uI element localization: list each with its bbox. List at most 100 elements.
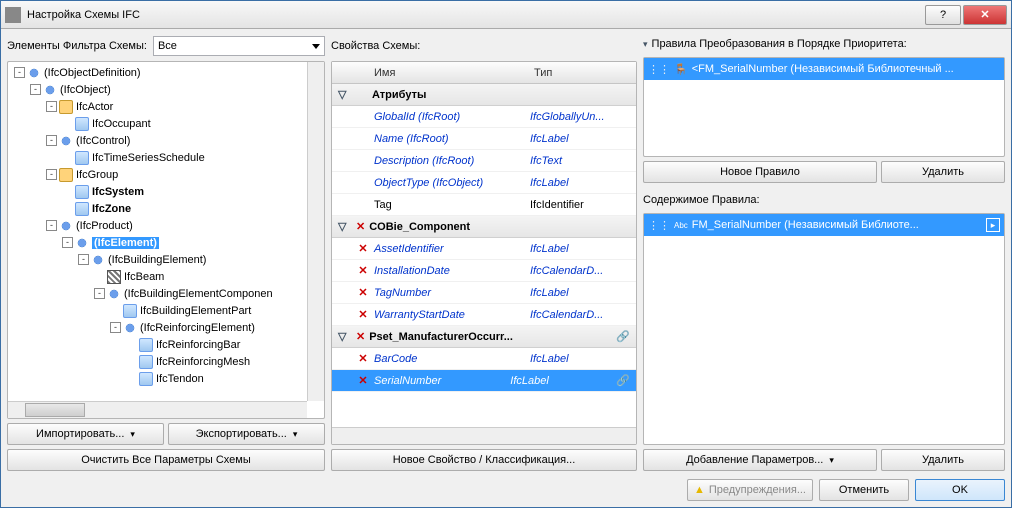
tree-row[interactable]: -(IfcObjectDefinition) [10, 64, 322, 81]
hscroll-thumb[interactable] [25, 403, 85, 417]
schema-property-row[interactable]: ✕InstallationDateIfcCalendarD... [332, 260, 636, 282]
import-button[interactable]: Импортировать... [7, 423, 164, 445]
close-button[interactable]: ✕ [963, 5, 1007, 25]
tree-row[interactable]: - (IfcBuildingElement) [10, 251, 322, 268]
rule-row[interactable]: ⋮⋮ 🪑 <FM_SerialNumber (Независимый Библи… [644, 58, 1004, 80]
leaf-icon [75, 117, 89, 131]
tree-panel: -(IfcObjectDefinition)-(IfcObject)-IfcAc… [7, 61, 325, 419]
property-name: SerialNumber [370, 375, 510, 387]
cancel-button[interactable]: Отменить [819, 479, 909, 501]
schema-col-name[interactable]: Имя [370, 67, 530, 79]
tree-row[interactable]: IfcReinforcingMesh [10, 353, 322, 370]
new-rule-button[interactable]: Новое Правило [643, 161, 877, 183]
schema-property-row[interactable]: Description (IfcRoot)IfcText [332, 150, 636, 172]
schema-property-row[interactable]: GlobalId (IfcRoot)IfcGloballyUn... [332, 106, 636, 128]
rules-btn-row: Новое Правило Удалить [643, 161, 1005, 183]
schema-group-row[interactable]: ▽Атрибуты [332, 84, 636, 106]
expander-icon[interactable]: - [110, 322, 121, 333]
tree-row[interactable]: IfcBeam [10, 268, 322, 285]
expander-icon[interactable]: - [62, 237, 73, 248]
tree-row[interactable]: -IfcActor [10, 98, 322, 115]
x-icon[interactable]: ✕ [356, 242, 370, 255]
group-label: Pset_ManufacturerOccurr... [369, 331, 616, 343]
expander-icon[interactable]: - [78, 254, 89, 265]
schema-group-row[interactable]: ▽✕COBie_Component [332, 216, 636, 238]
property-type: IfcCalendarD... [530, 265, 636, 277]
new-property-button[interactable]: Новое Свойство / Классификация... [331, 449, 637, 471]
node-icon [75, 236, 89, 250]
x-icon[interactable]: ✕ [356, 374, 370, 387]
x-icon[interactable]: ✕ [356, 264, 370, 277]
schema-property-row[interactable]: ✕AssetIdentifierIfcLabel [332, 238, 636, 260]
expander-icon[interactable]: - [46, 135, 57, 146]
property-type: IfcLabel [530, 133, 636, 145]
schema-hscroll[interactable] [332, 427, 636, 444]
expander-icon[interactable]: - [46, 169, 57, 180]
tri-icon[interactable]: ▽ [338, 330, 350, 343]
tree-row[interactable]: -(IfcReinforcingElement) [10, 319, 322, 336]
expander-icon[interactable]: - [46, 220, 57, 231]
content-label: Содержимое Правила: [643, 194, 760, 206]
schema-property-row[interactable]: Name (IfcRoot)IfcLabel [332, 128, 636, 150]
tree-row[interactable]: -(IfcElement) [10, 234, 322, 251]
help-button[interactable]: ? [925, 5, 961, 25]
tree-label: (IfcBuildingElementComponen [124, 288, 273, 300]
export-button[interactable]: Экспортировать... [168, 423, 325, 445]
grip-icon[interactable]: ⋮⋮ [648, 63, 670, 76]
tri-icon[interactable]: ▽ [338, 88, 350, 101]
schema-property-row[interactable]: ✕BarCodeIfcLabel [332, 348, 636, 370]
delete-content-button[interactable]: Удалить [881, 449, 1005, 471]
x-icon[interactable]: ✕ [356, 352, 370, 365]
tree-row[interactable]: IfcTendon [10, 370, 322, 387]
delete-rule-button[interactable]: Удалить [881, 161, 1005, 183]
tree-row[interactable]: - (IfcBuildingElementComponen [10, 285, 322, 302]
schema-property-row[interactable]: ✕SerialNumberIfcLabel🔗 [332, 370, 636, 392]
schema-property-row[interactable]: ✕WarrantyStartDateIfcCalendarD... [332, 304, 636, 326]
property-name: Name (IfcRoot) [370, 133, 530, 145]
x-icon[interactable]: ✕ [356, 330, 365, 343]
filter-value: Все [158, 40, 177, 52]
expander-icon[interactable]: - [14, 67, 25, 78]
tree-label: IfcGroup [76, 169, 118, 181]
leaf-icon [75, 202, 89, 216]
tree-row[interactable]: IfcZone [10, 200, 322, 217]
content-arrow-button[interactable]: ▸ [986, 218, 1000, 232]
expander-icon[interactable]: - [94, 288, 105, 299]
tree-row[interactable]: - IfcGroup [10, 166, 322, 183]
schema-property-row[interactable]: ObjectType (IfcObject)IfcLabel [332, 172, 636, 194]
schema-property-row[interactable]: ✕TagNumberIfcLabel [332, 282, 636, 304]
tree-label: (IfcBuildingElement) [108, 254, 206, 266]
tree[interactable]: -(IfcObjectDefinition)-(IfcObject)-IfcAc… [8, 62, 324, 418]
x-icon[interactable]: ✕ [356, 220, 365, 233]
add-params-button[interactable]: Добавление Параметров... [643, 449, 877, 471]
schema-property-row[interactable]: TagIfcIdentifier [332, 194, 636, 216]
tree-row[interactable]: -(IfcControl) [10, 132, 322, 149]
tree-row[interactable]: IfcSystem [10, 183, 322, 200]
x-icon[interactable]: ✕ [356, 308, 370, 321]
grip-icon[interactable]: ⋮⋮ [648, 219, 670, 232]
tree-hscroll[interactable] [8, 401, 307, 418]
schema-col-type[interactable]: Тип [530, 67, 636, 79]
collapse-icon[interactable]: ▾ [643, 39, 648, 50]
filter-dropdown[interactable]: Все [153, 36, 325, 56]
expander-icon[interactable]: - [46, 101, 57, 112]
tree-vscroll[interactable] [307, 62, 324, 401]
x-icon[interactable]: ✕ [356, 286, 370, 299]
warnings-button[interactable]: Предупреждения... [687, 479, 813, 501]
tree-row[interactable]: -(IfcProduct) [10, 217, 322, 234]
content-row[interactable]: ⋮⋮ Abc FM_SerialNumber (Независимый Библ… [644, 214, 1004, 236]
schema-group-row[interactable]: ▽✕Pset_ManufacturerOccurr...🔗 [332, 326, 636, 348]
link-icon: 🔗 [616, 374, 630, 387]
node-icon [91, 253, 105, 267]
expander-icon[interactable]: - [30, 84, 41, 95]
tri-icon[interactable]: ▽ [338, 220, 350, 233]
ok-button[interactable]: OK [915, 479, 1005, 501]
tree-row[interactable]: IfcOccupant [10, 115, 322, 132]
clear-all-button[interactable]: Очистить Все Параметры Схемы [7, 449, 325, 471]
tree-row[interactable]: IfcTimeSeriesSchedule [10, 149, 322, 166]
tree-row[interactable]: -(IfcObject) [10, 81, 322, 98]
property-type: IfcLabel [530, 177, 636, 189]
tree-row[interactable]: IfcBuildingElementPart [10, 302, 322, 319]
tree-row[interactable]: IfcReinforcingBar [10, 336, 322, 353]
property-type: IfcLabel [530, 287, 636, 299]
